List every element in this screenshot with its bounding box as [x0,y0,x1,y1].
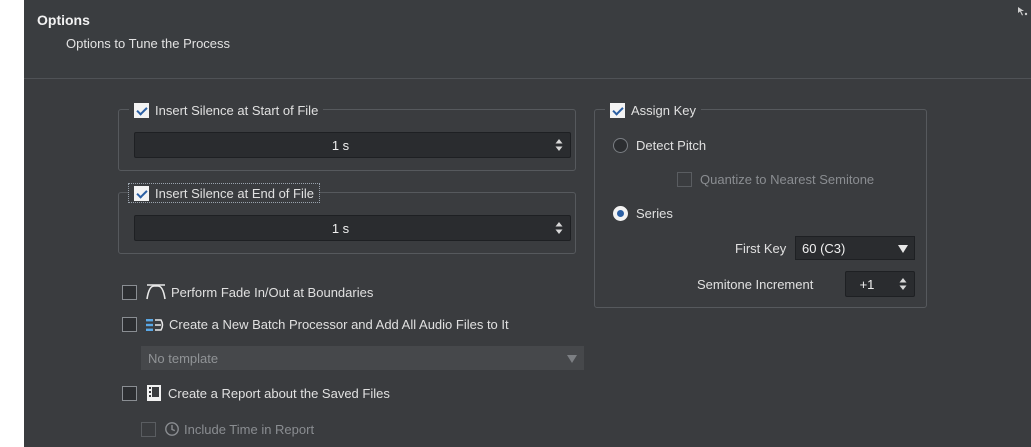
options-header: Options Options to Tune the Process [24,0,1031,79]
silence-start-checkbox[interactable] [134,102,149,118]
batch-option[interactable]: Create a New Batch Processor and Add All… [122,317,509,332]
semitone-increment-label: Semitone Increment [697,277,814,292]
fade-icon [146,284,166,300]
quantize-checkbox[interactable] [677,172,692,187]
assign-key-checkbox[interactable] [610,102,625,118]
first-key-label: First Key [735,241,787,256]
assign-key-label: Assign Key [631,102,697,118]
spin-arrows-icon[interactable] [898,276,908,292]
batch-checkbox[interactable] [122,317,137,332]
report-time-option[interactable]: Include Time in Report [141,421,314,437]
section-subtitle: Options to Tune the Process [66,36,231,51]
batch-processor-icon [146,318,164,331]
report-option[interactable]: Create a Report about the Saved Files [122,384,390,402]
first-key-value: 60 (C3) [802,241,846,256]
spin-arrows-icon[interactable] [554,220,564,236]
quantize-option[interactable]: Quantize to Nearest Semitone [677,172,874,187]
quantize-label: Quantize to Nearest Semitone [700,172,875,187]
series-label: Series [636,206,673,221]
silence-end-value: 1 s [331,221,350,236]
silence-end-checkbox[interactable] [134,185,149,201]
batch-label: Create a New Batch Processor and Add All… [169,317,509,332]
clock-icon [165,422,179,436]
assign-key-group: Assign Key Detect Pitch Quantize to Near… [594,101,927,308]
chevron-down-icon [898,245,908,253]
fade-option[interactable]: Perform Fade In/Out at Boundaries [122,284,373,300]
silence-start-value: 1 s [331,138,350,153]
silence-start-spinbox[interactable]: 1 s [134,132,571,158]
silence-end-label: Insert Silence at End of File [155,185,314,201]
report-icon [147,385,161,401]
chevron-down-icon [567,355,577,363]
silence-start-label: Insert Silence at Start of File [155,102,319,118]
assign-key-legend[interactable]: Assign Key [605,101,702,119]
report-label: Create a Report about the Saved Files [168,385,390,401]
silence-end-group: Insert Silence at End of File 1 s [118,183,576,254]
detect-pitch-radio[interactable] [613,138,628,153]
template-value: No template [148,351,219,366]
silence-start-legend[interactable]: Insert Silence at Start of File [129,101,324,119]
semitone-increment-spinbox[interactable]: +1 [845,271,915,297]
detect-pitch-option[interactable]: Detect Pitch [613,138,706,153]
series-radio[interactable] [613,206,628,221]
silence-end-legend[interactable]: Insert Silence at End of File [128,183,320,203]
fade-checkbox[interactable] [122,284,137,300]
report-time-label: Include Time in Report [184,421,315,437]
spin-arrows-icon[interactable] [554,137,564,153]
detect-pitch-label: Detect Pitch [636,138,707,153]
series-option[interactable]: Series [613,206,673,221]
options-body: Insert Silence at Start of File 1 s Inse… [24,79,1031,447]
report-checkbox[interactable] [122,385,137,401]
silence-end-spinbox[interactable]: 1 s [134,215,571,241]
first-key-select[interactable]: 60 (C3) [795,236,915,260]
pin-icon[interactable] [1016,5,1028,17]
report-time-checkbox[interactable] [141,421,156,437]
section-title: Options [37,12,90,28]
semitone-increment-value: +1 [859,277,875,292]
fade-label: Perform Fade In/Out at Boundaries [171,284,374,300]
template-select[interactable]: No template [141,346,584,370]
silence-start-group: Insert Silence at Start of File 1 s [118,101,576,171]
